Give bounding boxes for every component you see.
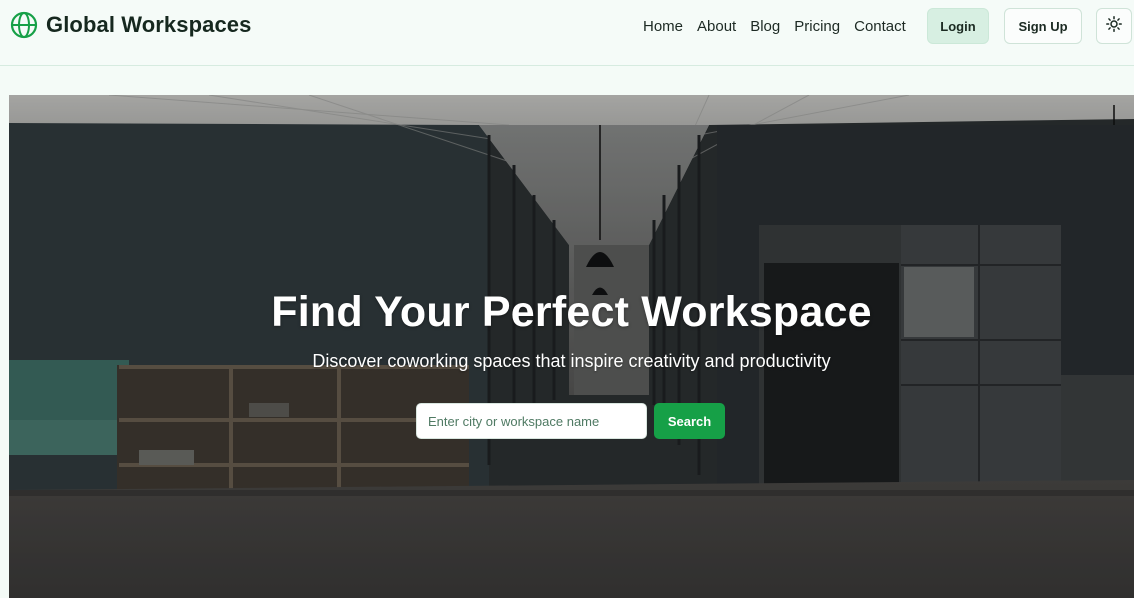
brand-name: Global Workspaces — [46, 12, 252, 37]
nav-home[interactable]: Home — [643, 18, 683, 35]
search-input[interactable] — [416, 403, 647, 439]
nav-blog[interactable]: Blog — [750, 18, 780, 35]
hero-subtitle: Discover coworking spaces that inspire c… — [312, 351, 831, 371]
site-header: Global Workspaces Home About Blog Pricin… — [0, 0, 1134, 66]
nav-about[interactable]: About — [697, 18, 736, 35]
login-button[interactable]: Login — [927, 8, 989, 44]
signup-button[interactable]: Sign Up — [1004, 8, 1082, 44]
nav-pricing[interactable]: Pricing — [794, 18, 840, 35]
nav-contact[interactable]: Contact — [854, 18, 906, 35]
brand[interactable]: Global Workspaces — [10, 11, 251, 39]
theme-toggle-button[interactable] — [1096, 8, 1132, 44]
globe-icon — [10, 11, 38, 39]
hero-section: Find Your Perfect Workspace Discover cow… — [9, 95, 1134, 598]
search-button[interactable]: Search — [654, 403, 725, 439]
hero-title: Find Your Perfect Workspace — [271, 288, 872, 336]
sun-icon — [1106, 15, 1122, 37]
main-nav: Home About Blog Pricing Contact — [636, 0, 913, 52]
hero-overlay — [9, 95, 1134, 598]
